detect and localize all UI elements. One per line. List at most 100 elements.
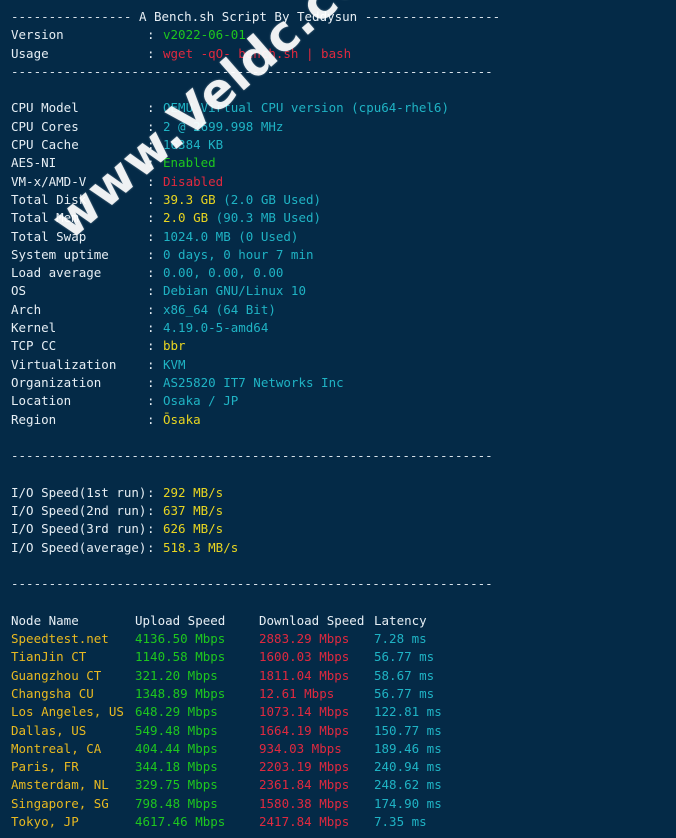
system-info-colon: :	[147, 356, 155, 372]
io-speed-colon: :	[147, 484, 155, 500]
system-info-colon: :	[147, 283, 155, 299]
system-info-row: AES-NI: Enabled	[11, 154, 676, 172]
speedtest-header-row: Node Name Upload Speed Download Speed Laten…	[11, 612, 676, 630]
speedtest-cell-latency: 189.46 ms	[374, 740, 442, 756]
system-info-value: KVM	[163, 356, 186, 372]
speedtest-row: Guangzhou CT 321.20 Mbps 1811.04 Mbps 58.67…	[11, 667, 676, 685]
system-info-value: 4.19.0-5-amd64	[163, 320, 269, 336]
system-info-colon: :	[147, 374, 155, 390]
system-info-colon: :	[147, 320, 155, 336]
speedtest-cell-upload: 404.44 Mbps	[135, 740, 218, 756]
terminal-window: ---------------- A Bench.sh Script By Te…	[0, 0, 676, 838]
system-info-label: Virtualization	[11, 356, 117, 372]
speedtest-cell-node: TianJin CT	[11, 649, 87, 665]
speedtest-cell-latency: 150.77 ms	[374, 722, 442, 738]
system-info-colon: :	[147, 228, 155, 244]
system-info-value: 16384 KB	[163, 137, 224, 153]
io-speed-value: 626 MB/s	[163, 521, 224, 537]
system-info-label: Organization	[11, 374, 102, 390]
system-info-value: Enabled	[163, 155, 216, 171]
system-info-label: Arch	[11, 301, 42, 317]
speedtest-cell-node: Montreal, CA	[11, 740, 102, 756]
speedtest-cell-upload: 1140.58 Mbps	[135, 649, 226, 665]
script-info-row: Version: v2022-06-01	[11, 26, 676, 44]
system-info-value: 0 days, 0 hour 7 min	[163, 246, 314, 262]
speedtest-cell-upload: 344.18 Mbps	[135, 759, 218, 775]
io-speed-value: 637 MB/s	[163, 503, 224, 519]
speedtest-row: TianJin CT 1140.58 Mbps 1600.03 Mbps 56.77 …	[11, 648, 676, 666]
speedtest-cell-latency: 248.62 ms	[374, 777, 442, 793]
terminal-output: ---------------- A Bench.sh Script By Te…	[11, 8, 676, 838]
speedtest-cell-upload: 321.20 Mbps	[135, 667, 218, 683]
io-speed-colon: :	[147, 521, 155, 537]
speedtest-row: Dallas, US 549.48 Mbps 1664.19 Mbps 150.77 …	[11, 722, 676, 740]
system-info-value: x86_64 (64 Bit)	[163, 301, 276, 317]
system-info-colon: :	[147, 118, 155, 134]
system-info-value: 2 @ 2699.998 MHz	[163, 118, 284, 134]
system-info-value-secondary: (2.0 GB Used)	[215, 191, 322, 207]
speedtest-cell-node: Dallas, US	[11, 722, 87, 738]
system-info-label: TCP CC	[11, 338, 57, 354]
system-info-colon: :	[147, 155, 155, 171]
speedtest-column-header-upload-speed: Upload Speed	[135, 612, 226, 628]
script-info-label: Version	[11, 27, 64, 43]
system-info-row: System uptime:0 days, 0 hour 7 min	[11, 246, 676, 264]
system-info-row: Region: Ōsaka	[11, 411, 676, 429]
speedtest-cell-latency: 7.28 ms	[374, 631, 427, 647]
speedtest-cell-latency: 7.35 ms	[374, 814, 427, 830]
system-info-label: System uptime	[11, 246, 109, 262]
system-info-colon: :	[147, 173, 155, 189]
header-title: A Bench.sh Script By Teddysun	[138, 9, 358, 24]
system-info-row: OS: Debian GNU/Linux 10	[11, 282, 676, 300]
speedtest-cell-download: 1664.19 Mbps	[259, 722, 350, 738]
speedtest-cell-node: Amsterdam, NL	[11, 777, 109, 793]
io-speed-label: I/O Speed(2nd run)	[11, 503, 147, 519]
speedtest-cell-download: 1073.14 Mbps	[259, 704, 350, 720]
io-speed-label: I/O Speed(1st run)	[11, 484, 147, 500]
separator-rule-3: ----------------------------------------…	[11, 576, 493, 592]
system-info-value: 1024.0 MB (0 Used)	[163, 228, 299, 244]
io-speed-value: 518.3 MB/s	[163, 539, 239, 555]
speedtest-cell-latency: 58.67 ms	[374, 667, 435, 683]
system-info-value: Disabled	[163, 173, 224, 189]
system-info-colon: :	[147, 301, 155, 317]
system-info-row: CPU Cache:16384 KB	[11, 136, 676, 154]
io-speed-value: 292 MB/s	[163, 484, 224, 500]
system-info-label: Kernel	[11, 320, 57, 336]
system-info-colon: :	[147, 191, 155, 207]
system-info-row: VM-x/AMD-V: Disabled	[11, 173, 676, 191]
system-info-label: AES-NI	[11, 155, 57, 171]
speedtest-cell-download: 2361.84 Mbps	[259, 777, 350, 793]
system-info-label: VM-x/AMD-V	[11, 173, 87, 189]
header-title-spacer	[131, 9, 139, 24]
system-info-value: Ōsaka	[163, 411, 201, 427]
script-info-section: Version: v2022-06-01 Usage: wget -qO- bench…	[11, 26, 676, 63]
system-info-label: Region	[11, 411, 57, 427]
header-rule-right: ------------------	[364, 9, 501, 24]
system-info-colon: :	[147, 265, 155, 281]
system-info-label: Total Disk	[11, 191, 87, 207]
header-rule-left: ----------------	[11, 9, 132, 24]
speedtest-cell-latency: 56.77 ms	[374, 685, 435, 701]
system-info-label: CPU Cache	[11, 137, 79, 153]
script-info-row: Usage: wget -qO- bench.sh | bash	[11, 45, 676, 63]
speedtest-cell-download: 1580.38 Mbps	[259, 795, 350, 811]
speedtest-cell-latency: 56.77 ms	[374, 649, 435, 665]
speedtest-cell-upload: 4617.46 Mbps	[135, 814, 226, 830]
speedtest-cell-node: Guangzhou CT	[11, 667, 102, 683]
speedtest-row: Paris, FR 344.18 Mbps 2203.19 Mbps 240.94 m…	[11, 758, 676, 776]
system-info-row: Location: Osaka / JP	[11, 392, 676, 410]
speedtest-column-header-download-speed: Download Speed	[259, 612, 365, 628]
script-info-value: wget -qO- bench.sh | bash	[163, 45, 352, 61]
speedtest-cell-latency: 174.90 ms	[374, 795, 442, 811]
system-info-row: Virtualization: KVM	[11, 356, 676, 374]
system-info-row: CPU Model: QEMU Virtual CPU version (cpu6…	[11, 99, 676, 117]
system-info-row: Organization: AS25820 IT7 Networks Inc	[11, 374, 676, 392]
speedtest-row: Singapore, SG 798.48 Mbps 1580.38 Mbps 174.…	[11, 795, 676, 813]
speedtest-cell-upload: 1348.89 Mbps	[135, 685, 226, 701]
speedtest-row: Amsterdam, NL 329.75 Mbps 2361.84 Mbps 248.…	[11, 776, 676, 794]
system-info-value: Osaka / JP	[163, 393, 239, 409]
system-info-label: Location	[11, 393, 72, 409]
